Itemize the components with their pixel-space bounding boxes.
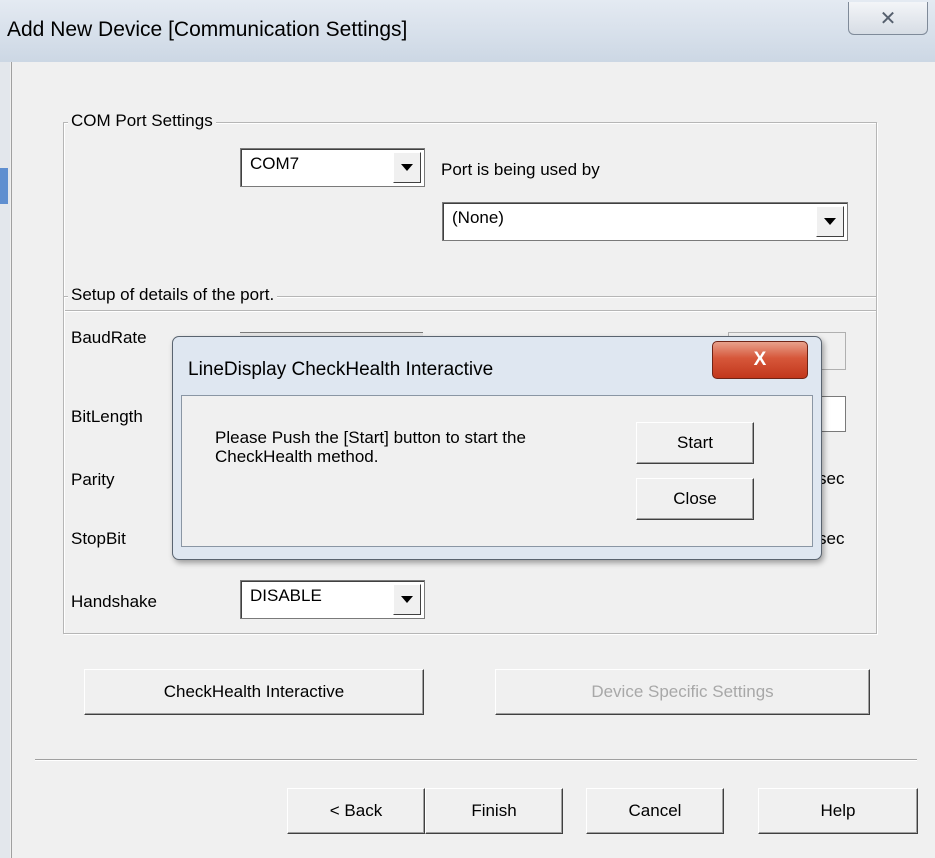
com-port-group-legend: COM Port Settings [68, 111, 216, 131]
handshake-value: DISABLE [250, 586, 322, 605]
finish-button[interactable]: Finish [425, 788, 563, 834]
cancel-button[interactable]: Cancel [586, 788, 724, 834]
port-details-group-legend: Setup of details of the port. [68, 285, 278, 305]
com-port-select[interactable]: COM7 [240, 148, 425, 187]
stopbit-label: StopBit [71, 529, 126, 548]
dialog-body: Please Push the [Start] button to start … [181, 395, 813, 547]
back-button[interactable]: < Back [287, 788, 425, 834]
bitlength-label: BitLength [71, 407, 143, 426]
close-icon: ✕ [879, 7, 897, 30]
window-title: Add New Device [Communication Settings] [7, 18, 408, 41]
baudrate-label: BaudRate [71, 328, 147, 347]
handshake-select[interactable]: DISABLE [240, 580, 425, 619]
help-button[interactable]: Help [758, 788, 918, 834]
dialog-close-button[interactable]: X [712, 341, 808, 379]
handshake-dropdown-button[interactable] [393, 584, 421, 615]
chevron-down-icon [401, 164, 413, 171]
com-port-dropdown-button[interactable] [393, 152, 421, 183]
chevron-down-icon [401, 596, 413, 603]
window-close-button[interactable]: ✕ [848, 2, 928, 35]
footer-separator [35, 759, 917, 761]
handshake-label: Handshake [71, 592, 158, 611]
start-button[interactable]: Start [636, 422, 754, 464]
chevron-down-icon [824, 218, 836, 225]
dialog-close-action-button[interactable]: Close [636, 478, 754, 520]
close-icon: X [753, 349, 767, 370]
parity-label: Parity [71, 470, 115, 489]
port-used-by-select[interactable]: (None) [442, 202, 848, 241]
background-window-accent [0, 168, 8, 204]
com-port-value: COM7 [250, 154, 300, 173]
checkhealth-dialog: LineDisplay CheckHealth Interactive X Pl… [172, 336, 822, 560]
port-used-by-dropdown-button[interactable] [816, 206, 844, 237]
title-bar: Add New Device [Communication Settings] … [0, 0, 935, 62]
port-used-by-label: Port is being used by [441, 160, 600, 179]
dialog-message: Please Push the [Start] button to start … [215, 428, 526, 466]
device-specific-settings-button[interactable]: Device Specific Settings [495, 669, 870, 715]
checkhealth-interactive-button[interactable]: CheckHealth Interactive [84, 669, 424, 715]
main-window: Add New Device [Communication Settings] … [0, 0, 935, 858]
dialog-title: LineDisplay CheckHealth Interactive [188, 359, 494, 380]
port-used-by-value: (None) [452, 208, 504, 227]
